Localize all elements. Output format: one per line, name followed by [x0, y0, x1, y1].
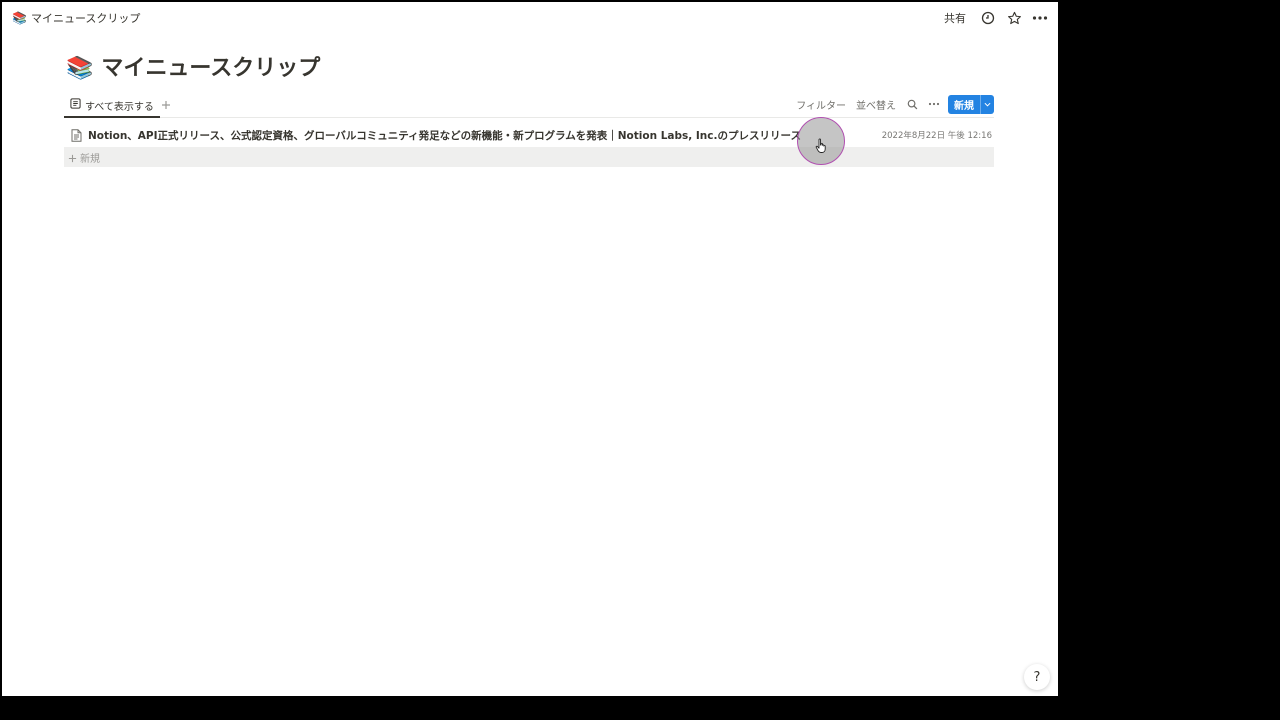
more-icon[interactable]	[926, 96, 942, 112]
share-button[interactable]: 共有	[938, 8, 972, 28]
view-tab-label: すべて表示する	[85, 101, 154, 113]
view-tab-all[interactable]: すべて表示する	[64, 94, 160, 118]
breadcrumb[interactable]: 📚 マイニュースクリップ	[12, 10, 140, 26]
list-item[interactable]: Notion、API正式リリース、公式認定資格、グローバルコミュニティ発足などの…	[64, 123, 994, 147]
sort-button[interactable]: 並べ替え	[854, 97, 898, 112]
books-emoji-icon[interactable]: 📚	[66, 54, 93, 84]
new-button-label[interactable]: 新規	[948, 95, 980, 114]
add-view-icon[interactable]	[158, 97, 174, 113]
list-item-date: 2022年8月22日 午後 12:16	[881, 131, 992, 141]
view-actions: フィルター 並べ替え 新規	[794, 94, 994, 114]
top-bar: 📚 マイニュースクリップ 共有	[2, 2, 1058, 32]
books-emoji-icon: 📚	[12, 11, 27, 25]
plus-icon	[68, 148, 77, 167]
breadcrumb-title: マイニュースクリップ	[30, 12, 141, 25]
help-label: ?	[1033, 669, 1041, 685]
database-view-bar: すべて表示する フィルター 並べ替え 新規	[64, 94, 994, 118]
notion-window: 📚 マイニュースクリップ 共有 📚 マイニュースクリップ すべて表示する フィル…	[2, 2, 1058, 696]
page-title-text[interactable]: マイニュースクリップ	[101, 54, 320, 84]
new-button[interactable]: 新規	[948, 94, 994, 114]
search-icon[interactable]	[904, 96, 920, 112]
hand-pointer-icon	[815, 138, 829, 154]
page-icon	[68, 127, 84, 143]
list-view-icon	[70, 98, 81, 112]
list-item-title: Notion、API正式リリース、公式認定資格、グローバルコミュニティ発足などの…	[88, 129, 801, 142]
clock-icon[interactable]	[978, 8, 998, 28]
more-icon[interactable]	[1030, 8, 1050, 28]
add-new-row[interactable]: 新規	[64, 147, 994, 167]
topbar-actions: 共有	[938, 8, 1050, 28]
chevron-down-icon[interactable]	[980, 94, 994, 114]
filter-button[interactable]: フィルター	[794, 97, 848, 112]
star-icon[interactable]	[1004, 8, 1024, 28]
help-button[interactable]: ?	[1024, 664, 1050, 690]
page-title: 📚 マイニュースクリップ	[66, 54, 320, 84]
add-new-row-label: 新規	[80, 153, 100, 165]
